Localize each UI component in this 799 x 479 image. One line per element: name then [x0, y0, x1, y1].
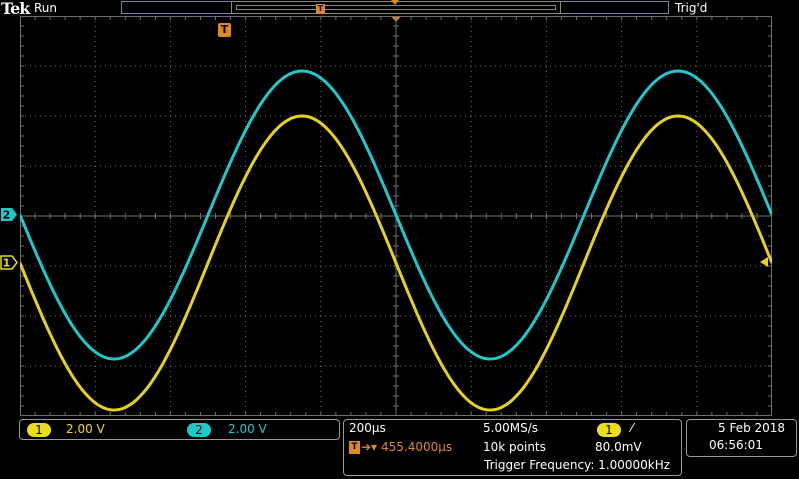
- ch2-marker-label: 2: [3, 209, 11, 222]
- channel-scale-panel[interactable]: 1 2.00 V 2 2.00 V: [19, 419, 340, 440]
- record-trigger-marker-icon: T: [316, 4, 325, 14]
- trigger-source-badge[interactable]: 1: [597, 423, 621, 437]
- delay-arrow-icon: ➔▾: [361, 440, 378, 454]
- acquisition-panel[interactable]: 200µs 5.00MS/s T ➔▾ 455.4000µs 10k point…: [343, 419, 682, 476]
- date-time-panel: 5 Feb 2018 06:56:01: [686, 419, 797, 457]
- trigger-frequency: Trigger Frequency: 1.00000kHz: [484, 458, 671, 472]
- trigger-level-marker-icon[interactable]: [760, 257, 768, 267]
- trigger-delay-icon: T: [349, 441, 360, 454]
- trigger-slope-icon: ⁄: [631, 421, 634, 435]
- waveform-display[interactable]: [20, 16, 772, 416]
- record-length: 10k points: [483, 440, 546, 454]
- date: 5 Feb 2018: [718, 421, 786, 435]
- horizontal-scale[interactable]: 200µs: [349, 421, 386, 435]
- ch2-scale[interactable]: 2.00 V: [228, 422, 267, 436]
- time: 06:56:01: [709, 438, 763, 452]
- trigger-time-marker-icon[interactable]: T: [218, 23, 231, 37]
- expansion-point-icon: [391, 0, 399, 5]
- record-view-window-inner: [236, 5, 556, 10]
- ch2-ground-marker-icon[interactable]: 2: [0, 207, 18, 222]
- ch2-badge[interactable]: 2: [187, 423, 211, 437]
- trigger-level[interactable]: 80.0mV: [595, 440, 642, 454]
- run-status[interactable]: Run: [34, 1, 57, 15]
- sample-rate: 5.00MS/s: [483, 421, 538, 435]
- ch1-scale[interactable]: 2.00 V: [66, 422, 105, 436]
- trigger-status: Trig'd: [675, 1, 708, 15]
- trigger-delay[interactable]: 455.4000µs: [381, 440, 452, 454]
- ch1-marker-label: 1: [3, 257, 11, 270]
- ch1-ground-marker-icon[interactable]: 1: [0, 255, 18, 270]
- ch1-badge[interactable]: 1: [27, 423, 51, 437]
- top-status-bar: Tek Run T Trig'd: [0, 0, 799, 18]
